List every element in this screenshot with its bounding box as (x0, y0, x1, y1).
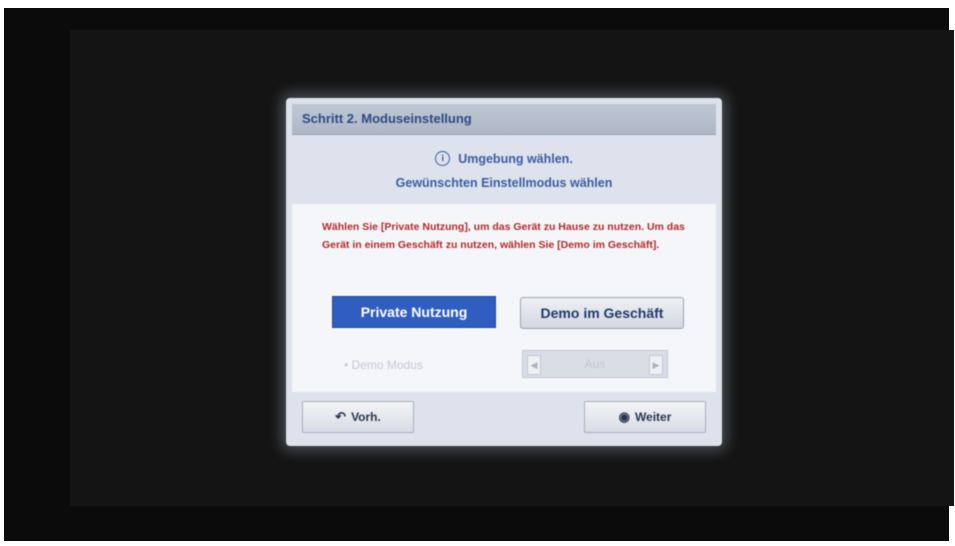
subtitle-line1: Umgebung wählen. (458, 152, 573, 166)
demo-mode-label: • Demo Modus (344, 358, 423, 372)
info-icon: i (435, 151, 451, 167)
dialog-header: Schritt 2. Moduseinstellung (292, 104, 716, 135)
back-icon: ↶ (335, 409, 347, 424)
next-label: Weiter (634, 410, 672, 424)
content-panel: Wählen Sie [Private Nutzung], um das Ger… (292, 204, 716, 392)
next-button[interactable]: ◉ Weiter (584, 401, 706, 433)
subtitle-line2: Gewünschten Einstellmodus wählen (395, 176, 613, 190)
setup-dialog: Schritt 2. Moduseinstellung i Umgebung wä… (286, 98, 722, 446)
notice-text: Wählen Sie [Private Nutzung], um das Ger… (322, 221, 685, 251)
store-demo-button[interactable]: Demo im Geschäft (520, 297, 684, 329)
demo-mode-value: Aus (584, 357, 606, 371)
arrow-right-icon: ▶ (649, 355, 663, 375)
back-button[interactable]: ↶ Vorh. (302, 401, 414, 433)
info-line: i Umgebung wählen. (292, 151, 716, 167)
back-label: Vorh. (351, 410, 381, 424)
arrow-left-icon: ◀ (527, 355, 541, 375)
ok-icon: ◉ (618, 409, 630, 424)
demo-mode-spinner: ◀ Aus ▶ (522, 350, 668, 378)
private-use-button[interactable]: Private Nutzung (332, 296, 496, 328)
subtitle-block: i Umgebung wählen. Gewünschten Einstellmo… (292, 138, 716, 200)
dialog-title: Schritt 2. Moduseinstellung (302, 111, 472, 126)
